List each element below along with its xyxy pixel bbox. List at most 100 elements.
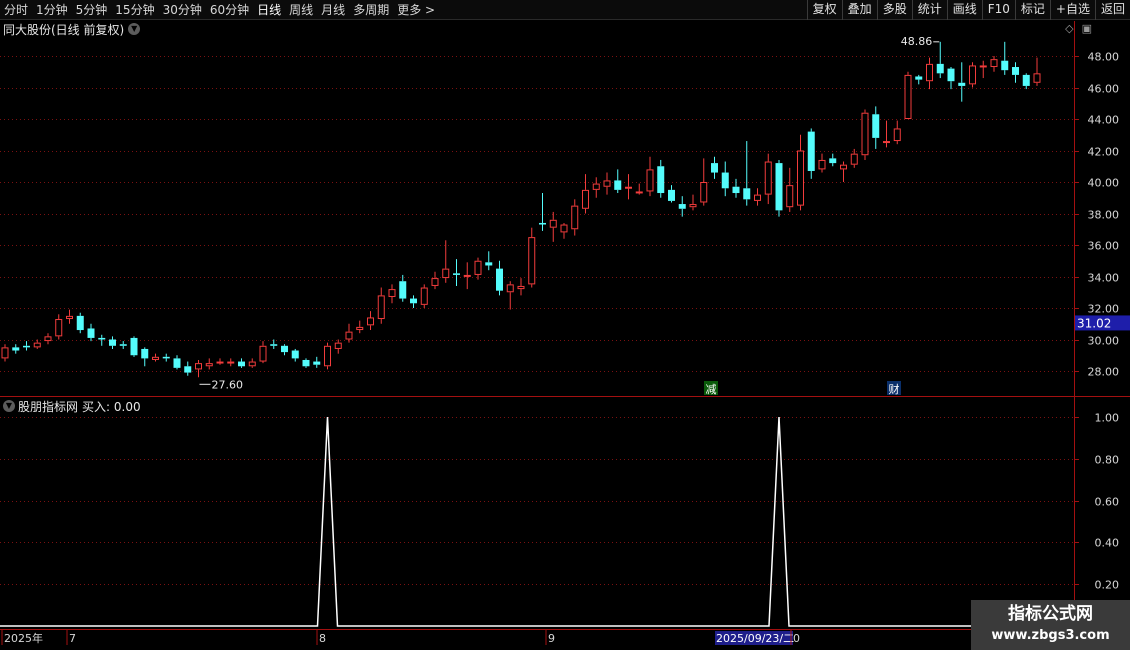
candle-body — [324, 345, 331, 367]
candle — [195, 359, 202, 378]
price-axis-label: 40.00 — [1088, 177, 1120, 190]
candle-body — [807, 131, 815, 171]
price-axis-label: 48.00 — [1088, 51, 1120, 64]
candle-body — [270, 344, 278, 346]
candle — [431, 271, 439, 290]
price-axis-label: 46.00 — [1088, 83, 1120, 96]
candle — [807, 128, 815, 179]
candle — [453, 259, 460, 286]
watermark-url: www.zbgs3.com — [991, 628, 1110, 643]
candle-body — [926, 63, 933, 82]
candle-body — [313, 361, 321, 365]
candle-body — [141, 348, 149, 359]
candle — [216, 358, 224, 365]
candle-body — [915, 76, 923, 80]
candle-body — [506, 284, 514, 293]
candle-body — [764, 161, 772, 195]
candle — [162, 353, 170, 362]
candle — [872, 106, 880, 149]
candle — [152, 353, 159, 362]
candle-body — [184, 366, 192, 373]
candle-body — [410, 298, 417, 304]
candle — [227, 358, 235, 367]
candle-body — [818, 159, 826, 170]
candle-body — [442, 268, 450, 279]
candle-body — [162, 356, 170, 359]
candle — [829, 153, 837, 167]
current-price-tag: 31.02 — [1077, 316, 1111, 330]
candle — [603, 172, 611, 195]
watermark-title: 指标公式网 — [1008, 604, 1093, 624]
candle — [646, 156, 654, 197]
main-panel-title: 同大股份(日线 前复权) ▼ — [3, 21, 141, 37]
candle-body — [893, 128, 901, 142]
indicator-panel-title: ▼ 股朋指标网 买入: 0.00 — [3, 398, 141, 414]
chevron-down-icon[interactable]: ▼ — [128, 23, 141, 35]
price-axis-label: 32.00 — [1088, 303, 1120, 316]
candle — [840, 161, 847, 182]
candle-body — [55, 319, 63, 337]
diamond-icon[interactable]: ◇ — [1065, 22, 1073, 35]
candle — [700, 158, 708, 206]
candle — [345, 323, 353, 343]
candle-body — [66, 315, 73, 320]
candle-body — [377, 295, 385, 320]
chevron-down-icon[interactable]: ▼ — [3, 400, 15, 412]
candle — [302, 358, 310, 368]
candle — [442, 240, 450, 283]
candle — [1022, 73, 1030, 90]
candle — [55, 314, 63, 340]
candle-body — [238, 361, 245, 367]
candle — [410, 295, 417, 308]
candle-body — [259, 345, 267, 362]
candle — [657, 159, 665, 198]
candle — [979, 60, 987, 79]
candle-body — [711, 163, 718, 173]
candle-body — [485, 262, 493, 266]
cursor-date-label: 2025/09/23/二 — [716, 632, 794, 645]
candle — [1012, 62, 1019, 83]
indicator-axis-label: 0.60 — [1095, 496, 1120, 509]
stock-chart[interactable]: 28.00 30.00 32.00 34.00 36.00 38.00 40.00 42.00… — [0, 0, 1130, 650]
candle — [12, 344, 20, 354]
layout-toggle-icon[interactable]: ▣ — [1082, 22, 1092, 35]
candle-body — [227, 361, 235, 364]
candle-body — [947, 68, 955, 82]
candle — [109, 336, 116, 349]
candle-body — [334, 342, 342, 349]
candle-body — [44, 336, 52, 342]
candle — [689, 194, 697, 211]
candle-body — [345, 331, 353, 340]
candle-body — [657, 166, 665, 194]
price-axis-label: 30.00 — [1088, 335, 1120, 348]
candle-body — [829, 158, 837, 164]
candle — [184, 361, 192, 376]
candle-body — [786, 185, 794, 208]
candle — [721, 161, 729, 197]
candle — [969, 62, 976, 88]
candle-body — [936, 63, 944, 74]
panel-corner-icons: ◇ ▣ — [1065, 22, 1092, 35]
candle-body — [453, 273, 460, 275]
candle — [560, 222, 568, 239]
candle-body — [152, 356, 159, 360]
candle-body — [700, 182, 708, 203]
candle-body — [1022, 74, 1030, 86]
candle-body — [560, 224, 568, 233]
high-price-label: 48.86 — [901, 35, 933, 48]
candle-body — [367, 317, 374, 326]
price-axis-label: 44.00 — [1088, 114, 1120, 127]
candle-body — [1001, 60, 1009, 71]
candle — [528, 227, 536, 288]
candle — [474, 257, 482, 280]
candle — [904, 71, 912, 119]
candle-body — [603, 180, 611, 187]
candle — [205, 358, 213, 370]
candle — [678, 196, 686, 217]
candle — [1001, 41, 1009, 75]
indicator-axis-label: 0.20 — [1095, 579, 1120, 592]
candle-body — [571, 205, 579, 230]
candle-body — [119, 344, 127, 346]
candle — [797, 134, 804, 211]
candle-body — [592, 183, 600, 190]
